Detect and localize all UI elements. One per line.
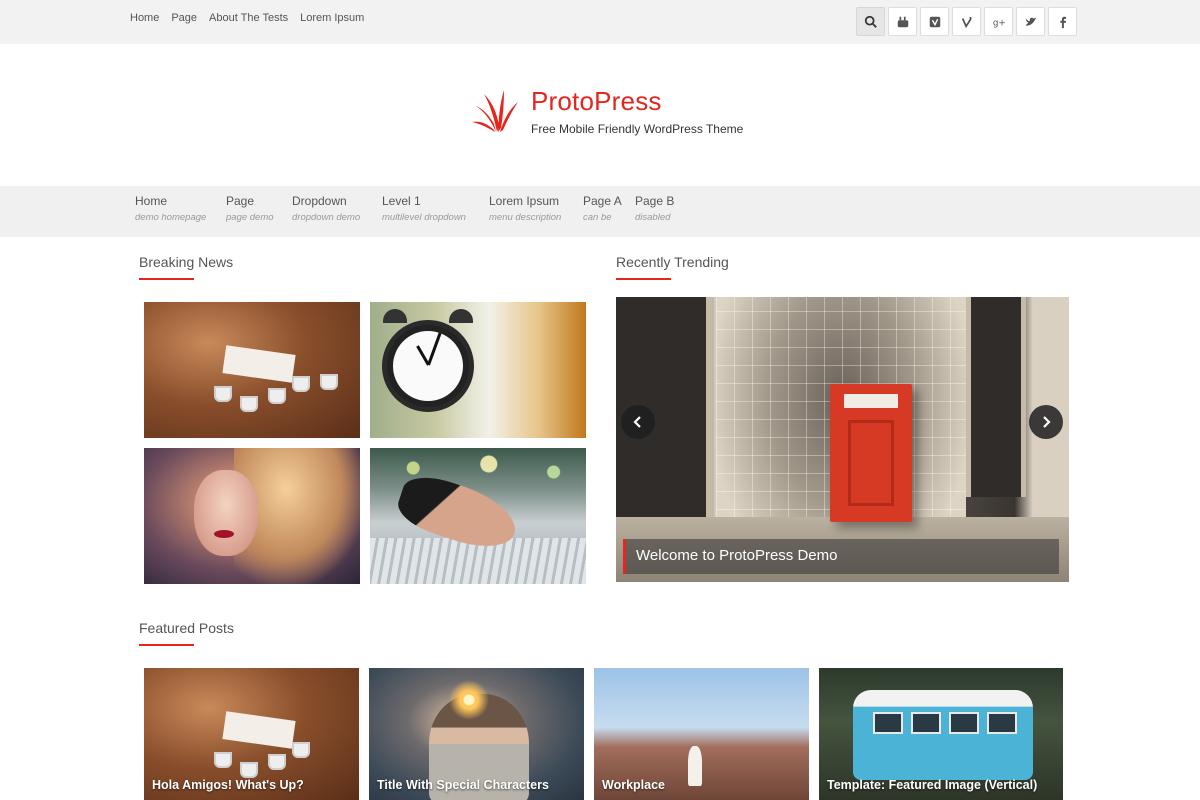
youtube-icon — [897, 16, 908, 27]
nav-item-label: Lorem Ipsum — [489, 194, 560, 208]
top-link-lorem-ipsum[interactable]: Lorem Ipsum — [300, 12, 364, 24]
featured-post-title[interactable]: Workplace — [602, 778, 665, 792]
site-header: ProtoPress Free Mobile Friendly WordPres… — [0, 44, 1200, 186]
google-plus-icon: g+ — [992, 18, 1005, 28]
nav-item-description: menu description — [489, 212, 562, 223]
chevron-right-icon — [1043, 416, 1051, 428]
nav-item-label: Level 1 — [382, 194, 421, 208]
facebook-icon — [1059, 16, 1066, 28]
breaking-news-thumbnail[interactable] — [370, 302, 586, 438]
nav-item-home[interactable]: Home demo homepage — [135, 194, 206, 223]
featured-post-title[interactable]: Title With Special Characters — [377, 778, 549, 792]
slider-next-button[interactable] — [1029, 405, 1063, 439]
svg-text:g+: g+ — [992, 18, 1005, 28]
nav-item-page-b[interactable]: Page B disabled — [635, 194, 674, 223]
nav-item-label: Page — [226, 194, 255, 208]
featured-post-title[interactable]: Hola Amigos! What's Up? — [152, 778, 304, 792]
breaking-news-heading: Breaking News — [139, 254, 234, 270]
nav-item-page[interactable]: Page page demo — [226, 194, 274, 223]
top-link-about-the-tests[interactable]: About The Tests — [209, 12, 288, 24]
top-menu: Home Page About The Tests Lorem Ipsum — [130, 12, 364, 24]
slider-caption[interactable]: Welcome to ProtoPress Demo — [623, 539, 1059, 574]
grass-logo-icon[interactable] — [470, 84, 522, 134]
nav-item-label: Page A — [583, 194, 622, 208]
top-bar: Home Page About The Tests Lorem Ipsum g+ — [0, 0, 1200, 44]
nav-item-description: disabled — [635, 212, 671, 223]
nav-item-page-a[interactable]: Page A can be — [583, 194, 622, 223]
heading-underline — [139, 278, 194, 280]
trending-slider[interactable]: Welcome to ProtoPress Demo — [616, 297, 1069, 582]
nav-item-label: Page B — [635, 194, 675, 208]
featured-posts-heading: Featured Posts — [139, 620, 234, 636]
nav-item-description: multilevel dropdown — [382, 212, 466, 223]
chevron-left-icon — [633, 416, 641, 428]
twitter-button[interactable] — [1016, 7, 1045, 36]
heading-underline — [139, 644, 194, 646]
nav-item-level-1[interactable]: Level 1 multilevel dropdown — [382, 194, 466, 223]
slider-caption-text: Welcome to ProtoPress Demo — [636, 547, 838, 564]
recently-trending-heading: Recently Trending — [616, 254, 729, 270]
vimeo-icon — [929, 16, 940, 27]
nav-item-description: page demo — [226, 212, 274, 223]
heading-underline — [616, 278, 671, 280]
featured-post-card[interactable]: Title With Special Characters — [369, 668, 584, 800]
cups-on-table-image — [144, 302, 360, 438]
breaking-news-thumbnail[interactable] — [370, 448, 586, 584]
twitter-icon — [1025, 17, 1036, 26]
main-navigation: Home demo homepage Page page demo Dropdo… — [0, 186, 1200, 237]
slider-prev-button[interactable] — [621, 405, 655, 439]
facebook-button[interactable] — [1048, 7, 1077, 36]
nav-item-description: can be — [583, 212, 612, 223]
google-plus-button[interactable]: g+ — [984, 7, 1013, 36]
nav-item-lorem-ipsum[interactable]: Lorem Ipsum menu description — [489, 194, 561, 223]
nav-item-label: Dropdown — [292, 194, 347, 208]
breaking-news-thumbnail[interactable] — [144, 448, 360, 584]
nav-item-dropdown[interactable]: Dropdown dropdown demo — [292, 194, 360, 223]
featured-post-card[interactable]: Template: Featured Image (Vertical) — [819, 668, 1063, 800]
site-tagline: Free Mobile Friendly WordPress Theme — [531, 122, 744, 136]
featured-post-title[interactable]: Template: Featured Image (Vertical) — [827, 778, 1037, 792]
featured-post-card[interactable]: Workplace — [594, 668, 809, 800]
youtube-button[interactable] — [888, 7, 917, 36]
featured-post-card[interactable]: Hola Amigos! What's Up? — [144, 668, 359, 800]
site-title[interactable]: ProtoPress — [531, 86, 662, 117]
top-link-page[interactable]: Page — [171, 12, 197, 24]
vine-icon — [961, 16, 972, 28]
social-icons: g+ — [856, 7, 1077, 36]
mixing-desk-image — [370, 448, 586, 584]
search-icon — [864, 15, 877, 28]
breaking-news-thumbnail[interactable] — [144, 302, 360, 438]
woman-portrait-image — [144, 448, 360, 584]
nav-item-description: demo homepage — [135, 212, 207, 223]
search-button[interactable] — [856, 7, 885, 36]
red-alarm-box-image — [830, 384, 912, 522]
vimeo-button[interactable] — [920, 7, 949, 36]
alarm-clock-image — [370, 302, 586, 438]
top-link-home[interactable]: Home — [130, 12, 159, 24]
vine-button[interactable] — [952, 7, 981, 36]
nav-item-label: Home — [135, 194, 168, 208]
nav-item-description: dropdown demo — [292, 212, 361, 223]
